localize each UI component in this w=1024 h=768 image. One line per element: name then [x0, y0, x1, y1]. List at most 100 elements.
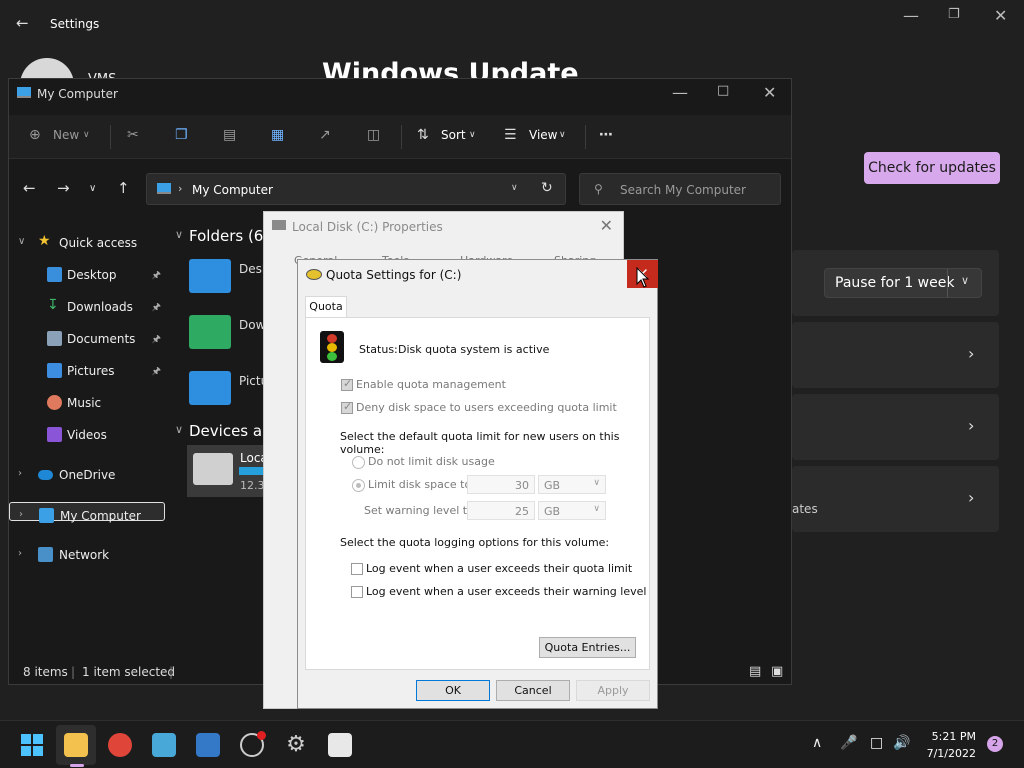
settings-card-1[interactable]: ›	[792, 322, 999, 388]
chevron-down-icon[interactable]: ∨	[175, 423, 183, 436]
pin-icon[interactable]: 🖈	[152, 300, 161, 317]
back-arrow-icon[interactable]: ←	[16, 14, 29, 32]
restore-icon[interactable]: ❐	[948, 7, 960, 22]
downloads-folder-icon[interactable]	[189, 315, 231, 349]
toolbar: ⊕ New ∨ ✂ ❐ ▤ ▦ ↗ ◫ ⇅ Sort ∨ ☰ View ∨ ⋯	[9, 115, 791, 159]
more-options-icon[interactable]: ⋯	[599, 127, 613, 143]
chevron-down-icon[interactable]: ∨	[469, 130, 476, 140]
chrome-icon[interactable]	[108, 733, 132, 757]
computer-icon	[17, 87, 31, 98]
cancel-button[interactable]: Cancel	[496, 680, 570, 701]
notification-badge[interactable]: 2	[987, 736, 1003, 752]
pictures-folder-icon[interactable]	[189, 371, 231, 405]
selection-count: 1 item selected	[82, 665, 176, 679]
chevron-down-icon[interactable]: ∨	[175, 228, 183, 241]
recent-locations-icon[interactable]: ∨	[89, 183, 96, 194]
item-count: 8 items	[23, 665, 68, 679]
warning-unit-select[interactable]: GB ∨	[538, 501, 606, 520]
file-explorer-icon[interactable]	[64, 733, 88, 757]
store-icon[interactable]	[328, 733, 352, 757]
divider	[585, 125, 586, 149]
close-icon[interactable]: ✕	[763, 83, 776, 102]
close-icon[interactable]: ✕	[994, 6, 1007, 25]
settings-card-2[interactable]: ›	[792, 394, 999, 460]
ok-button[interactable]: OK	[416, 680, 490, 701]
sidebar-item-network[interactable]: › Network	[9, 542, 165, 568]
start-icon[interactable]	[20, 733, 44, 757]
chevron-up-icon[interactable]: ∧	[812, 735, 822, 751]
folder-name[interactable]: Dow	[239, 318, 265, 332]
sidebar-item-onedrive[interactable]: › OneDrive	[9, 462, 165, 488]
sidebar-item-downloads[interactable]: ↧ Downloads 🖈	[9, 294, 165, 320]
no-limit-radio[interactable]	[352, 456, 365, 469]
check-for-updates-button[interactable]: Check for updates	[864, 152, 1000, 184]
sidebar-item-videos[interactable]: Videos	[9, 422, 165, 448]
volume-icon[interactable]: 🔊	[893, 735, 910, 751]
refresh-icon[interactable]: ↻	[541, 180, 553, 196]
sidebar-item-pictures[interactable]: Pictures 🖈	[9, 358, 165, 384]
close-icon[interactable]: ✕	[600, 216, 613, 235]
share-icon[interactable]: ↗	[319, 127, 331, 143]
tiles-view-icon[interactable]: ▣	[771, 664, 783, 679]
pin-icon[interactable]: 🖈	[152, 364, 161, 381]
sidebar-item-quick-access[interactable]: ∨ ★ Quick access	[9, 230, 165, 256]
active-indicator	[70, 764, 84, 767]
log-warning-level-checkbox[interactable]	[351, 586, 363, 598]
deny-disk-space-checkbox[interactable]	[341, 400, 353, 414]
limit-unit-select[interactable]: GB ∨	[538, 475, 606, 494]
rename-icon[interactable]: ▦	[271, 127, 284, 143]
address-bar[interactable]: › My Computer ∨ ↻	[146, 173, 566, 205]
settings-card-3[interactable]: ates ›	[792, 466, 999, 532]
sidebar-item-documents[interactable]: Documents 🖈	[9, 326, 165, 352]
download-icon: ↧	[47, 297, 59, 313]
log-quota-limit-checkbox[interactable]	[351, 563, 363, 575]
forward-arrow-icon[interactable]: →	[57, 179, 70, 197]
pin-icon[interactable]: 🖈	[152, 268, 161, 285]
up-arrow-icon[interactable]: ↑	[117, 179, 130, 197]
chevron-down-icon[interactable]: ∨	[83, 130, 90, 140]
back-arrow-icon[interactable]: ←	[23, 179, 36, 197]
paint-icon[interactable]	[152, 733, 176, 757]
pin-icon[interactable]: 🖈	[152, 332, 161, 349]
pause-updates-button[interactable]: Pause for 1 week ∨	[824, 268, 982, 298]
clock-date[interactable]: 7/1/2022	[922, 747, 976, 760]
clock-time[interactable]: 5:21 PM	[928, 730, 976, 743]
view-icon[interactable]: ☰	[504, 127, 517, 143]
limit-disk-radio[interactable]	[352, 479, 365, 492]
quota-entries-button[interactable]: Quota Entries...	[539, 637, 636, 658]
minimize-icon[interactable]: —	[672, 83, 688, 102]
delete-icon[interactable]: ◫	[367, 127, 380, 143]
limit-value-input[interactable]: 30	[467, 475, 535, 494]
sidebar-item-desktop[interactable]: Desktop 🖈	[9, 262, 165, 288]
maximize-icon[interactable]: □	[717, 83, 729, 98]
apply-button[interactable]: Apply	[576, 680, 650, 701]
sidebar-item-music[interactable]: Music	[9, 390, 165, 416]
new-icon[interactable]: ⊕	[29, 127, 41, 143]
settings-gear-icon[interactable]: ⚙	[284, 733, 308, 757]
chevron-down-icon[interactable]: ∨	[961, 274, 969, 287]
sidebar-item-my-computer[interactable]: › My Computer	[9, 502, 165, 523]
chevron-down-icon[interactable]: ∨	[559, 130, 566, 140]
sort-icon[interactable]: ⇅	[417, 127, 429, 143]
chevron-down-icon[interactable]: ∨	[18, 236, 25, 247]
view-button[interactable]: View	[529, 128, 557, 142]
minimize-icon[interactable]: —	[903, 6, 919, 25]
chevron-right-icon[interactable]: ›	[18, 548, 22, 559]
warning-value-input[interactable]: 25	[467, 501, 535, 520]
network-icon[interactable]: □	[870, 735, 883, 751]
chevron-right-icon[interactable]: ›	[18, 468, 22, 479]
enable-quota-checkbox[interactable]	[341, 377, 353, 391]
chevron-right-icon[interactable]: ›	[19, 509, 23, 520]
paste-icon[interactable]: ▤	[223, 127, 236, 143]
tab-quota[interactable]: Quota	[305, 296, 347, 318]
microphone-icon[interactable]: 🎤	[840, 735, 857, 751]
search-box[interactable]: ⚲ Search My Computer	[579, 173, 781, 205]
cut-icon[interactable]: ✂	[127, 127, 139, 143]
chevron-down-icon[interactable]: ∨	[511, 183, 518, 193]
details-view-icon[interactable]: ▤	[749, 664, 761, 679]
photos-icon[interactable]	[196, 733, 220, 757]
new-button[interactable]: New	[53, 128, 79, 142]
sort-button[interactable]: Sort	[441, 128, 466, 142]
copy-icon[interactable]: ❐	[175, 127, 188, 143]
desktop-folder-icon[interactable]	[189, 259, 231, 293]
